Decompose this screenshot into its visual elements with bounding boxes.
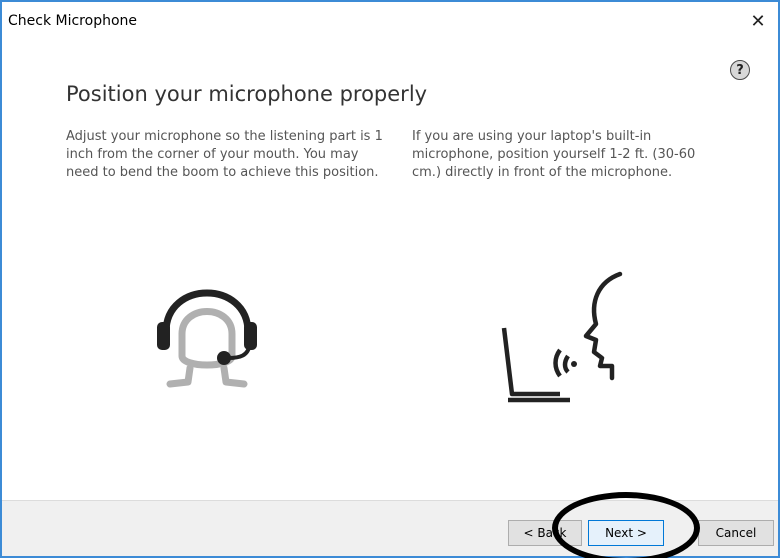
window-title: Check Microphone: [8, 13, 138, 29]
page-title: Position your microphone properly: [66, 82, 428, 106]
help-icon: ?: [736, 62, 744, 78]
help-button[interactable]: ?: [730, 60, 750, 80]
title-bar: Check Microphone ✕: [2, 2, 778, 40]
laptop-speaking-icon: [501, 271, 623, 403]
close-icon: ✕: [750, 10, 766, 32]
next-button[interactable]: Next >: [588, 520, 664, 546]
close-button[interactable]: ✕: [738, 2, 778, 40]
laptop-instructions: If you are using your laptop's built-in …: [412, 129, 696, 180]
cancel-button[interactable]: Cancel: [698, 520, 774, 546]
headset-person-icon: [157, 289, 257, 388]
dialog-window: Check Microphone ✕ ? Position your micro…: [0, 0, 780, 558]
headset-instructions: Adjust your microphone so the listening …: [66, 129, 383, 180]
back-button[interactable]: < Back: [508, 520, 582, 546]
